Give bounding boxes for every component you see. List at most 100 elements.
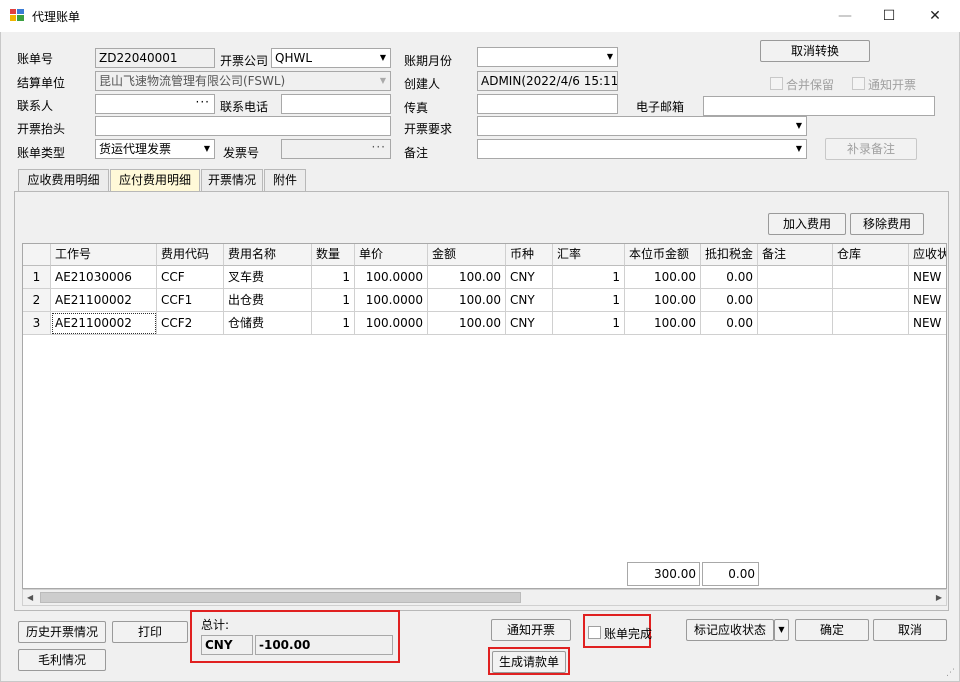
- scrollbar-thumb[interactable]: [40, 592, 521, 603]
- grid-cell[interactable]: 100.0000: [355, 289, 428, 312]
- minimize-button[interactable]: —: [822, 4, 868, 28]
- horizontal-scrollbar[interactable]: ◀ ▶: [22, 589, 947, 606]
- maximize-button[interactable]: ☐: [866, 4, 912, 28]
- grid-cell[interactable]: 出仓费: [224, 289, 312, 312]
- grid-header-cell[interactable]: 单价: [355, 244, 428, 266]
- grid-cell[interactable]: 1: [312, 312, 355, 335]
- ok-button[interactable]: 确定: [795, 619, 869, 641]
- grid-header-cell[interactable]: 备注: [758, 244, 833, 266]
- grid-cell[interactable]: [758, 289, 833, 312]
- grid-header-cell[interactable]: 抵扣税金: [701, 244, 758, 266]
- grid-cell[interactable]: 1: [553, 312, 625, 335]
- grid-cell[interactable]: 100.0000: [355, 312, 428, 335]
- merge-reserve-checkbox[interactable]: 合并保留: [770, 76, 834, 93]
- print-button[interactable]: 打印: [112, 621, 188, 643]
- cancel-button[interactable]: 取消: [873, 619, 947, 641]
- grid-header-cell[interactable]: 应收状: [909, 244, 946, 266]
- grid-cell[interactable]: [833, 289, 909, 312]
- invoice-no-field[interactable]: ···: [281, 139, 391, 159]
- grid-cell[interactable]: 100.0000: [355, 266, 428, 289]
- remark-select[interactable]: ▼: [477, 139, 807, 159]
- bill-type-select[interactable]: 货运代理发票 ▼: [95, 139, 215, 159]
- grid-header-cell[interactable]: 费用代码: [157, 244, 224, 266]
- supplement-remark-button[interactable]: 补录备注: [825, 138, 917, 160]
- invoice-company-select[interactable]: QHWL ▼: [271, 48, 391, 68]
- grid-cell[interactable]: AE21030006: [51, 266, 157, 289]
- grid-header-cell[interactable]: 币种: [506, 244, 553, 266]
- invoice-header-field[interactable]: [95, 116, 391, 136]
- grid-cell[interactable]: CNY: [506, 266, 553, 289]
- grid-cell[interactable]: [833, 266, 909, 289]
- scroll-right-icon[interactable]: ▶: [936, 590, 942, 605]
- grid-cell[interactable]: NEW: [909, 266, 946, 289]
- grid-cell[interactable]: 100.00: [428, 289, 506, 312]
- table-row[interactable]: 3 AE21100002 CCF2 仓储费 1 100.0000 100.00 CNY 1 100…: [23, 312, 946, 335]
- scroll-left-icon[interactable]: ◀: [27, 590, 33, 605]
- grid-cell[interactable]: [758, 266, 833, 289]
- grid-cell[interactable]: 0.00: [701, 289, 758, 312]
- invoice-req-select[interactable]: ▼: [477, 116, 807, 136]
- grid-cell[interactable]: 1: [553, 266, 625, 289]
- ellipsis-icon[interactable]: ···: [196, 95, 210, 111]
- grid-cell[interactable]: 100.00: [625, 312, 701, 335]
- grid-header-cell[interactable]: 金额: [428, 244, 506, 266]
- bill-no-field[interactable]: ZD22040001: [95, 48, 215, 68]
- mark-receivable-button[interactable]: 标记应收状态: [686, 619, 774, 641]
- fee-grid[interactable]: 工作号 费用代码 费用名称 数量 单价 金额 币种 汇率 本位币金额 抵扣税金 备注 仓库 应收状 1 AE…: [22, 243, 947, 589]
- generate-payment-button[interactable]: 生成请款单: [492, 651, 566, 673]
- table-row[interactable]: 1 AE21030006 CCF 叉车费 1 100.0000 100.00 CNY 1 100.…: [23, 266, 946, 289]
- grid-header-cell[interactable]: 汇率: [553, 244, 625, 266]
- tab-payable[interactable]: 应付费用明细: [110, 169, 200, 192]
- settle-unit-select[interactable]: 昆山飞速物流管理有限公司(FSWL) ▼: [95, 71, 391, 91]
- row-number-cell[interactable]: 2: [23, 289, 51, 312]
- grid-cell[interactable]: 仓储费: [224, 312, 312, 335]
- period-select[interactable]: ▼: [477, 47, 618, 67]
- cancel-convert-button[interactable]: 取消转换: [760, 40, 870, 62]
- grid-cell[interactable]: 100.00: [625, 266, 701, 289]
- creator-field[interactable]: ADMIN(2022/4/6 15:11:: [477, 71, 618, 91]
- grid-cell[interactable]: 0.00: [701, 312, 758, 335]
- grid-cell[interactable]: 0.00: [701, 266, 758, 289]
- grid-cell[interactable]: AE21100002: [51, 312, 157, 335]
- resize-grip-icon[interactable]: ⋰: [946, 668, 955, 678]
- grid-cell[interactable]: [833, 312, 909, 335]
- grid-cell[interactable]: 100.00: [428, 312, 506, 335]
- grid-cell[interactable]: 1: [312, 289, 355, 312]
- tab-receivable[interactable]: 应收费用明细: [18, 169, 109, 191]
- grid-cell[interactable]: 叉车费: [224, 266, 312, 289]
- history-invoice-button[interactable]: 历史开票情况: [18, 621, 106, 643]
- mark-receivable-dropdown-icon[interactable]: ▼: [774, 619, 789, 641]
- table-row[interactable]: 2 AE21100002 CCF1 出仓费 1 100.0000 100.00 CNY 1 100…: [23, 289, 946, 312]
- remove-fee-button[interactable]: 移除费用: [850, 213, 924, 235]
- grid-header-cell[interactable]: 费用名称: [224, 244, 312, 266]
- grid-cell[interactable]: [758, 312, 833, 335]
- bill-complete-checkbox[interactable]: 账单完成: [588, 625, 652, 642]
- grid-header-cell[interactable]: [23, 244, 51, 266]
- grid-cell[interactable]: NEW: [909, 312, 946, 335]
- grid-cell[interactable]: NEW: [909, 289, 946, 312]
- grid-cell[interactable]: 1: [553, 289, 625, 312]
- notify-invoice-checkbox[interactable]: 通知开票: [852, 76, 916, 93]
- ellipsis-icon[interactable]: ···: [372, 140, 386, 156]
- grid-header-cell[interactable]: 本位币金额: [625, 244, 701, 266]
- grid-cell[interactable]: 1: [312, 266, 355, 289]
- grid-cell[interactable]: CCF1: [157, 289, 224, 312]
- grid-header-cell[interactable]: 仓库: [833, 244, 909, 266]
- contact-field[interactable]: ···: [95, 94, 215, 114]
- notify-invoice-button[interactable]: 通知开票: [491, 619, 571, 641]
- grid-cell[interactable]: CNY: [506, 312, 553, 335]
- grid-header-cell[interactable]: 工作号: [51, 244, 157, 266]
- grid-cell[interactable]: CCF2: [157, 312, 224, 335]
- phone-field[interactable]: [281, 94, 391, 114]
- gross-profit-button[interactable]: 毛利情况: [18, 649, 106, 671]
- grid-cell[interactable]: CCF: [157, 266, 224, 289]
- close-button[interactable]: ✕: [912, 4, 958, 28]
- fax-field[interactable]: [477, 94, 618, 114]
- grid-cell[interactable]: 100.00: [625, 289, 701, 312]
- tab-invoice-status[interactable]: 开票情况: [201, 169, 263, 191]
- grid-header-cell[interactable]: 数量: [312, 244, 355, 266]
- add-fee-button[interactable]: 加入费用: [768, 213, 846, 235]
- grid-cell[interactable]: CNY: [506, 289, 553, 312]
- email-field[interactable]: [703, 96, 935, 116]
- grid-cell[interactable]: AE21100002: [51, 289, 157, 312]
